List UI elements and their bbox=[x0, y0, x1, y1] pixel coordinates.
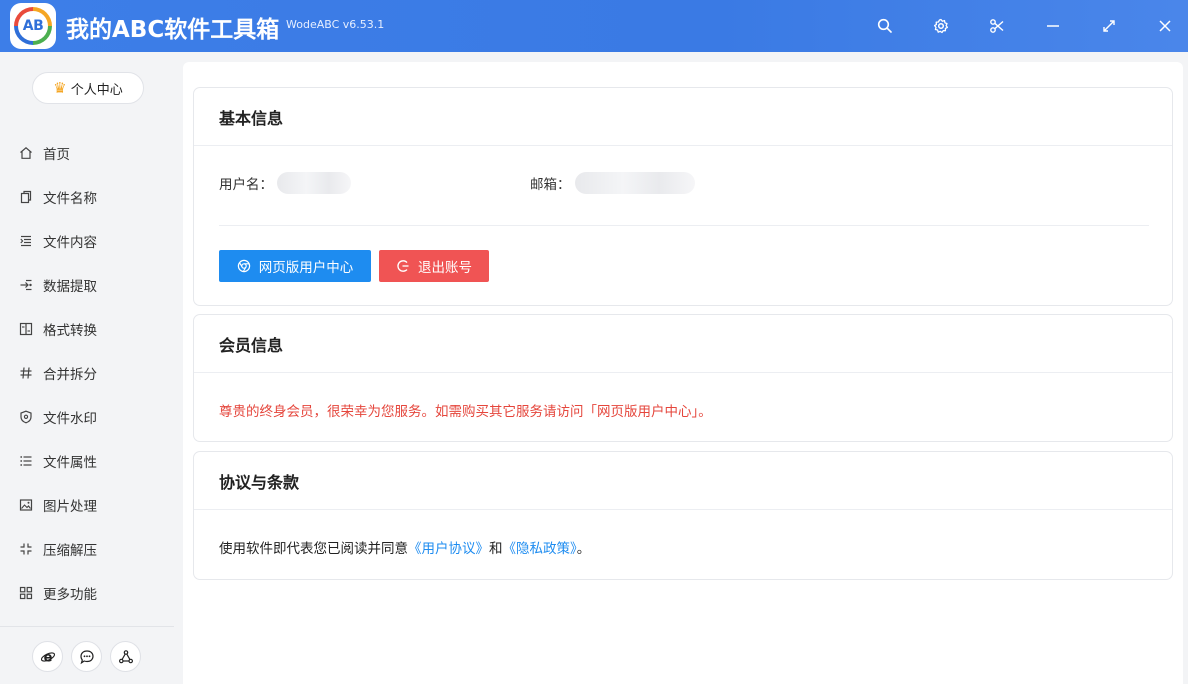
hash-icon bbox=[18, 365, 34, 381]
sidebar-item-format-convert[interactable]: 格式转换 bbox=[0, 307, 174, 351]
sidebar-item-file-content[interactable]: 文件内容 bbox=[0, 219, 174, 263]
sidebar-bottom-icons: e bbox=[32, 641, 141, 672]
sidebar-item-label: 图片处理 bbox=[43, 499, 97, 515]
basic-info-title: 基本信息 bbox=[194, 88, 1172, 146]
email-row: 邮箱： bbox=[530, 172, 695, 194]
sidebar-item-label: 首页 bbox=[43, 147, 70, 163]
user-agreement-link[interactable]: 《用户协议》 bbox=[408, 541, 489, 557]
browser-button[interactable]: e bbox=[32, 641, 63, 672]
extract-icon bbox=[18, 277, 34, 293]
crown-icon: ♛ bbox=[53, 79, 67, 97]
sidebar-item-label: 文件名称 bbox=[43, 191, 97, 207]
app-version: WodeABC v6.53.1 bbox=[286, 18, 385, 31]
sidebar-item-label: 文件内容 bbox=[43, 235, 97, 251]
terms-statement: 使用软件即代表您已阅读并同意《用户协议》和《隐私政策》。 bbox=[219, 537, 590, 557]
maximize-icon bbox=[1103, 20, 1115, 32]
chrome-icon bbox=[237, 259, 250, 273]
sidebar-item-data-extract[interactable]: 数据提取 bbox=[0, 263, 174, 307]
list-icon bbox=[18, 453, 34, 469]
app-logo: AB bbox=[10, 3, 56, 49]
username-label: 用户名： bbox=[219, 177, 273, 193]
minimize-button[interactable] bbox=[1037, 10, 1069, 42]
shield-icon bbox=[18, 409, 34, 425]
sidebar-item-more[interactable]: 更多功能 bbox=[0, 571, 174, 615]
username-row: 用户名： bbox=[219, 172, 351, 194]
sidebar-item-label: 文件属性 bbox=[43, 455, 97, 471]
terms-card: 协议与条款 使用软件即代表您已阅读并同意《用户协议》和《隐私政策》。 bbox=[193, 451, 1173, 580]
sidebar-item-label: 合并拆分 bbox=[43, 367, 97, 383]
privacy-policy-link[interactable]: 《隐私政策》 bbox=[503, 541, 577, 557]
web-user-center-button[interactable]: 网页版用户中心 bbox=[219, 250, 371, 282]
logout-icon bbox=[397, 260, 409, 272]
screenshot-button[interactable] bbox=[981, 10, 1013, 42]
logout-button[interactable]: 退出账号 bbox=[379, 250, 489, 282]
sidebar-item-label: 数据提取 bbox=[43, 279, 97, 295]
gear-icon bbox=[933, 18, 949, 34]
email-value-masked bbox=[574, 172, 695, 194]
sidebar-item-label: 压缩解压 bbox=[43, 543, 97, 559]
member-info-card: 会员信息 尊贵的终身会员，很荣幸为您服务。如需购买其它服务请访问「网页版用户中心… bbox=[193, 314, 1173, 442]
user-center-button[interactable]: ♛ 个人中心 bbox=[32, 72, 144, 104]
sidebar-item-watermark[interactable]: 文件水印 bbox=[0, 395, 174, 439]
sidebar-item-merge-split[interactable]: 合并拆分 bbox=[0, 351, 174, 395]
sidebar-item-compress[interactable]: 压缩解压 bbox=[0, 527, 174, 571]
close-button[interactable] bbox=[1149, 10, 1181, 42]
feedback-button[interactable] bbox=[71, 641, 102, 672]
scissors-icon bbox=[990, 19, 1004, 33]
search-icon bbox=[877, 18, 892, 33]
file-copy-icon bbox=[18, 189, 34, 205]
sidebar-item-file-props[interactable]: 文件属性 bbox=[0, 439, 174, 483]
member-status-message: 尊贵的终身会员，很荣幸为您服务。如需购买其它服务请访问「网页版用户中心」。 bbox=[219, 404, 712, 420]
home-icon bbox=[18, 145, 34, 161]
sidebar: ♛ 个人中心 首页 文件名称 文件内容 数据提取 格式转换 合并拆分 文件水印 … bbox=[0, 52, 174, 684]
web-user-center-label: 网页版用户中心 bbox=[258, 260, 354, 276]
share-button[interactable] bbox=[110, 641, 141, 672]
username-value-masked bbox=[277, 172, 351, 194]
title-bar: AB 我的ABC软件工具箱 WodeABC v6.53.1 bbox=[0, 0, 1188, 52]
convert-icon bbox=[18, 321, 34, 337]
maximize-button[interactable] bbox=[1093, 10, 1125, 42]
user-center-label: 个人中心 bbox=[70, 82, 123, 98]
sidebar-item-file-name[interactable]: 文件名称 bbox=[0, 175, 174, 219]
main-panel: 基本信息 用户名： 邮箱： 网页版用户中心 退出账号 会员信息 尊贵的终身会员，… bbox=[183, 62, 1183, 684]
basic-info-divider bbox=[219, 225, 1149, 226]
sidebar-nav: 首页 文件名称 文件内容 数据提取 格式转换 合并拆分 文件水印 文件属性 图片… bbox=[0, 131, 174, 615]
image-icon bbox=[18, 497, 34, 513]
settings-button[interactable] bbox=[925, 10, 957, 42]
member-info-title: 会员信息 bbox=[194, 315, 1172, 373]
compress-icon bbox=[18, 541, 34, 557]
sidebar-item-label: 更多功能 bbox=[43, 587, 97, 603]
logout-label: 退出账号 bbox=[418, 260, 472, 276]
minimize-icon bbox=[1047, 25, 1059, 27]
close-icon bbox=[1159, 20, 1171, 32]
share-nodes-icon bbox=[118, 649, 133, 663]
search-button[interactable] bbox=[869, 10, 901, 42]
sidebar-item-label: 格式转换 bbox=[43, 323, 97, 339]
app-title: 我的ABC软件工具箱 bbox=[66, 17, 280, 43]
terms-and: 和 bbox=[489, 541, 503, 557]
email-label: 邮箱： bbox=[530, 177, 571, 193]
terms-suffix: 。 bbox=[576, 541, 591, 557]
terms-prefix: 使用软件即代表您已阅读并同意 bbox=[219, 541, 408, 557]
sidebar-item-home[interactable]: 首页 bbox=[0, 131, 174, 175]
basic-info-card: 基本信息 用户名： 邮箱： 网页版用户中心 退出账号 bbox=[193, 87, 1173, 306]
sidebar-item-image[interactable]: 图片处理 bbox=[0, 483, 174, 527]
logo-text: AB bbox=[18, 11, 48, 41]
chat-icon bbox=[79, 649, 94, 664]
terms-title: 协议与条款 bbox=[194, 452, 1172, 510]
indent-list-icon bbox=[18, 233, 34, 249]
ie-browser-icon: e bbox=[40, 650, 55, 665]
logo-ring: AB bbox=[14, 7, 52, 45]
sidebar-divider bbox=[0, 626, 174, 627]
grid-icon bbox=[18, 585, 34, 601]
sidebar-item-label: 文件水印 bbox=[43, 411, 97, 427]
